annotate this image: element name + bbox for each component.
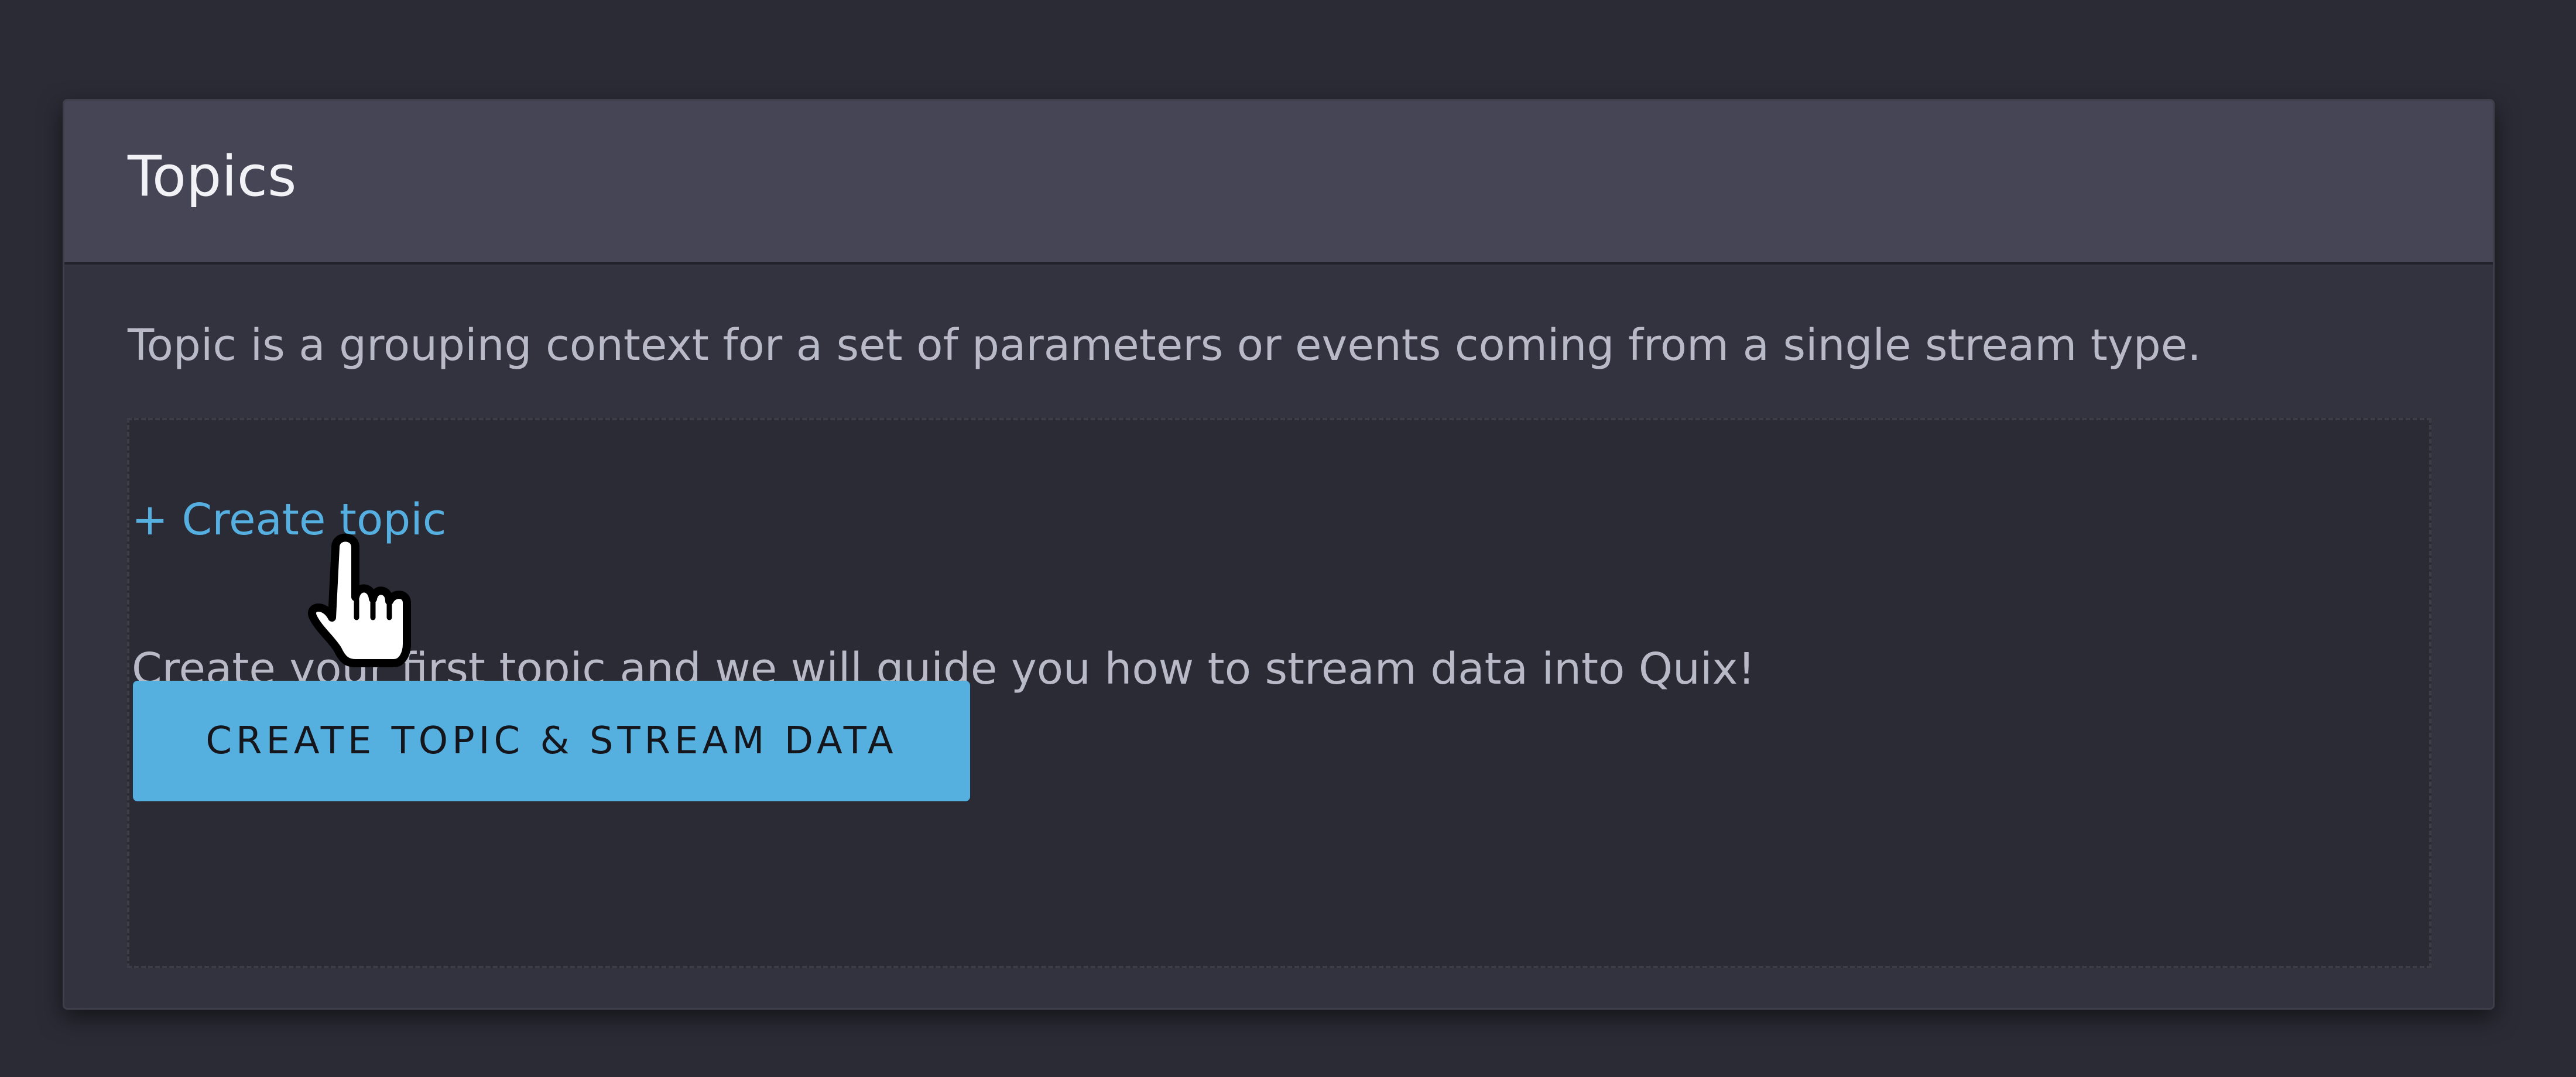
- card-header: Topics: [64, 101, 2493, 265]
- topics-card: Topics Topic is a grouping context for a…: [63, 99, 2495, 1010]
- page-title: Topics: [128, 145, 297, 209]
- topics-description: Topic is a grouping context for a set of…: [128, 320, 2201, 371]
- hand-pointer-icon: [308, 533, 411, 667]
- create-topic-stream-data-button[interactable]: CREATE TOPIC & STREAM DATA: [133, 681, 970, 801]
